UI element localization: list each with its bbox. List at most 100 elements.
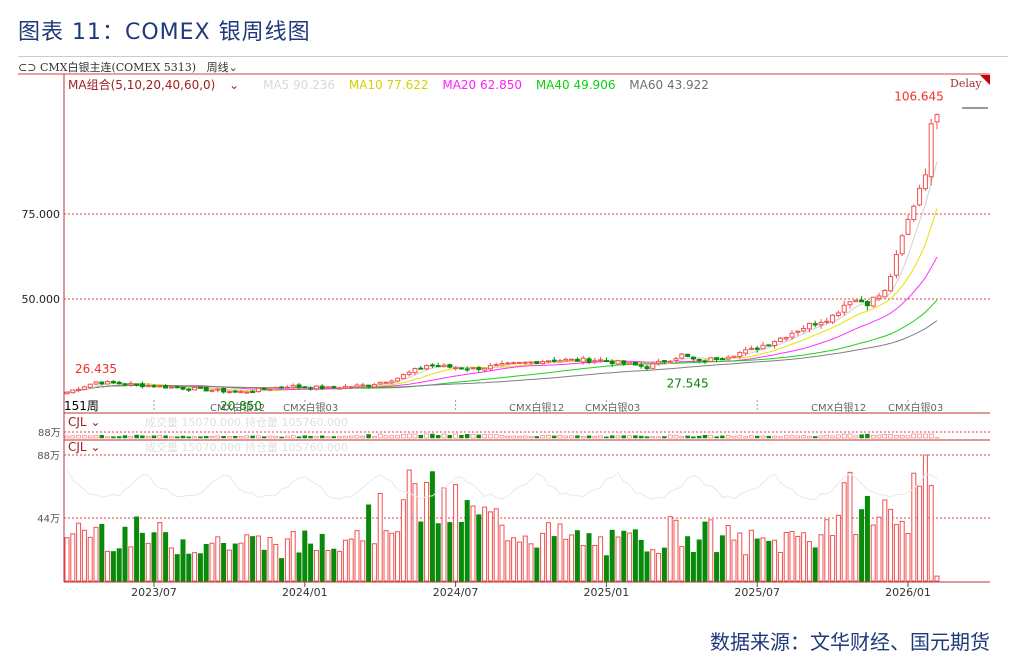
volume-bar [557, 523, 563, 582]
candle-down [534, 361, 540, 365]
mini-volume-bar [870, 435, 876, 439]
mini-volume-bar [99, 435, 105, 439]
oi-text: 持仓量 105760.000 [245, 415, 348, 429]
contract-label: CMX白银03 [585, 401, 640, 414]
candle-down [418, 367, 424, 370]
mini-volume-bar [285, 435, 290, 439]
candle-down [864, 301, 870, 307]
volume-bar [139, 532, 145, 582]
mini-volume-bar [273, 436, 279, 439]
candle-up [899, 235, 905, 255]
volume-bar [876, 516, 882, 582]
candle-down [366, 384, 372, 387]
x-tick-label: 2024/01 [282, 586, 328, 599]
candle-up [400, 374, 406, 380]
candle-up [656, 360, 662, 364]
mini-volume-bar [464, 434, 470, 439]
ma60-line [66, 320, 938, 393]
candle-up [580, 357, 586, 363]
mini-volume-bar [621, 435, 627, 439]
candle-down [447, 364, 453, 368]
candle-down [122, 383, 128, 386]
candle-up [928, 123, 934, 178]
mini-volume-bar [836, 434, 841, 439]
volume-bar [644, 551, 650, 582]
candle-up [679, 353, 685, 359]
candle-up [284, 386, 290, 389]
candle-up [847, 301, 853, 306]
mini-volume-bar [366, 434, 371, 439]
volume-bar [667, 516, 673, 582]
contract-label: CMX白银03 [888, 401, 943, 414]
candle-up [395, 377, 401, 382]
mini-volume-bar [708, 434, 714, 439]
volume-bar [893, 524, 899, 582]
candle-down [714, 357, 720, 360]
candle-down [110, 380, 116, 384]
mini-volume-bar [221, 436, 226, 439]
mini-volume-bar [638, 435, 644, 439]
volume-bar [853, 534, 859, 582]
volume-bar [783, 532, 789, 582]
mini-volume-bar [93, 435, 99, 439]
volume-bar [835, 514, 841, 582]
mini-volume-bar [928, 433, 934, 439]
volume-bar [679, 546, 685, 582]
candle-up [360, 384, 366, 387]
candle-down [134, 383, 140, 386]
mini-volume-bar [331, 436, 337, 439]
mini-volume-bar [134, 434, 139, 439]
volume-bar [337, 550, 343, 582]
mini-volume-bar [383, 435, 389, 439]
mini-volume-bar [812, 436, 818, 439]
candle-down [116, 381, 122, 385]
candle-down [331, 386, 337, 389]
volume-bar [690, 552, 696, 582]
volume-bar [528, 543, 534, 582]
x-tick-label: 2026/01 [885, 586, 931, 599]
candle-up [673, 358, 679, 361]
price-annotation: 27.545 [667, 376, 709, 390]
volume-bar [348, 538, 354, 582]
candle-down [232, 390, 238, 393]
mini-volume-bar [314, 436, 319, 439]
mini-volume-bar [122, 435, 128, 439]
mini-volume-bar [691, 436, 696, 439]
volume-bar [801, 532, 807, 582]
mini-volume-bar [447, 435, 453, 439]
mini-volume-bar [522, 435, 528, 439]
candle-down [250, 391, 256, 394]
volume-bar [64, 537, 70, 582]
candle-up [545, 360, 551, 363]
volume-bar [319, 533, 325, 582]
candle-up [348, 386, 354, 389]
volume-bar [882, 499, 888, 582]
volume-bar [134, 516, 140, 582]
candle-down [99, 381, 105, 385]
volume-bar [192, 552, 198, 582]
volume-bar [656, 552, 662, 582]
cjl-dropdown-2[interactable]: CJL ⌄ [68, 440, 100, 454]
volume-bar [737, 532, 743, 582]
volume-bar [296, 552, 302, 582]
volume-text-2: 成交量 15070.000 [145, 440, 241, 454]
candle-up [255, 387, 261, 393]
candle-up [93, 381, 99, 385]
mini-volume-bar [308, 436, 313, 439]
candle-up [87, 383, 93, 388]
candle-up [105, 380, 111, 385]
candle-down [661, 360, 667, 363]
candle-up [81, 386, 87, 391]
cjl-dropdown[interactable]: CJL ⌄ [68, 415, 100, 429]
volume-bar [725, 525, 731, 582]
mini-volume-bar [343, 435, 348, 439]
mini-volume-bar [783, 435, 789, 439]
mini-volume-bar [325, 436, 331, 439]
candle-down [644, 366, 650, 370]
candle-down [812, 323, 818, 326]
volume-bar [168, 547, 174, 582]
candle-down [296, 384, 302, 388]
mini-volume-bar [493, 434, 499, 439]
candle-up [760, 344, 766, 350]
mini-volume-bar [87, 435, 93, 439]
